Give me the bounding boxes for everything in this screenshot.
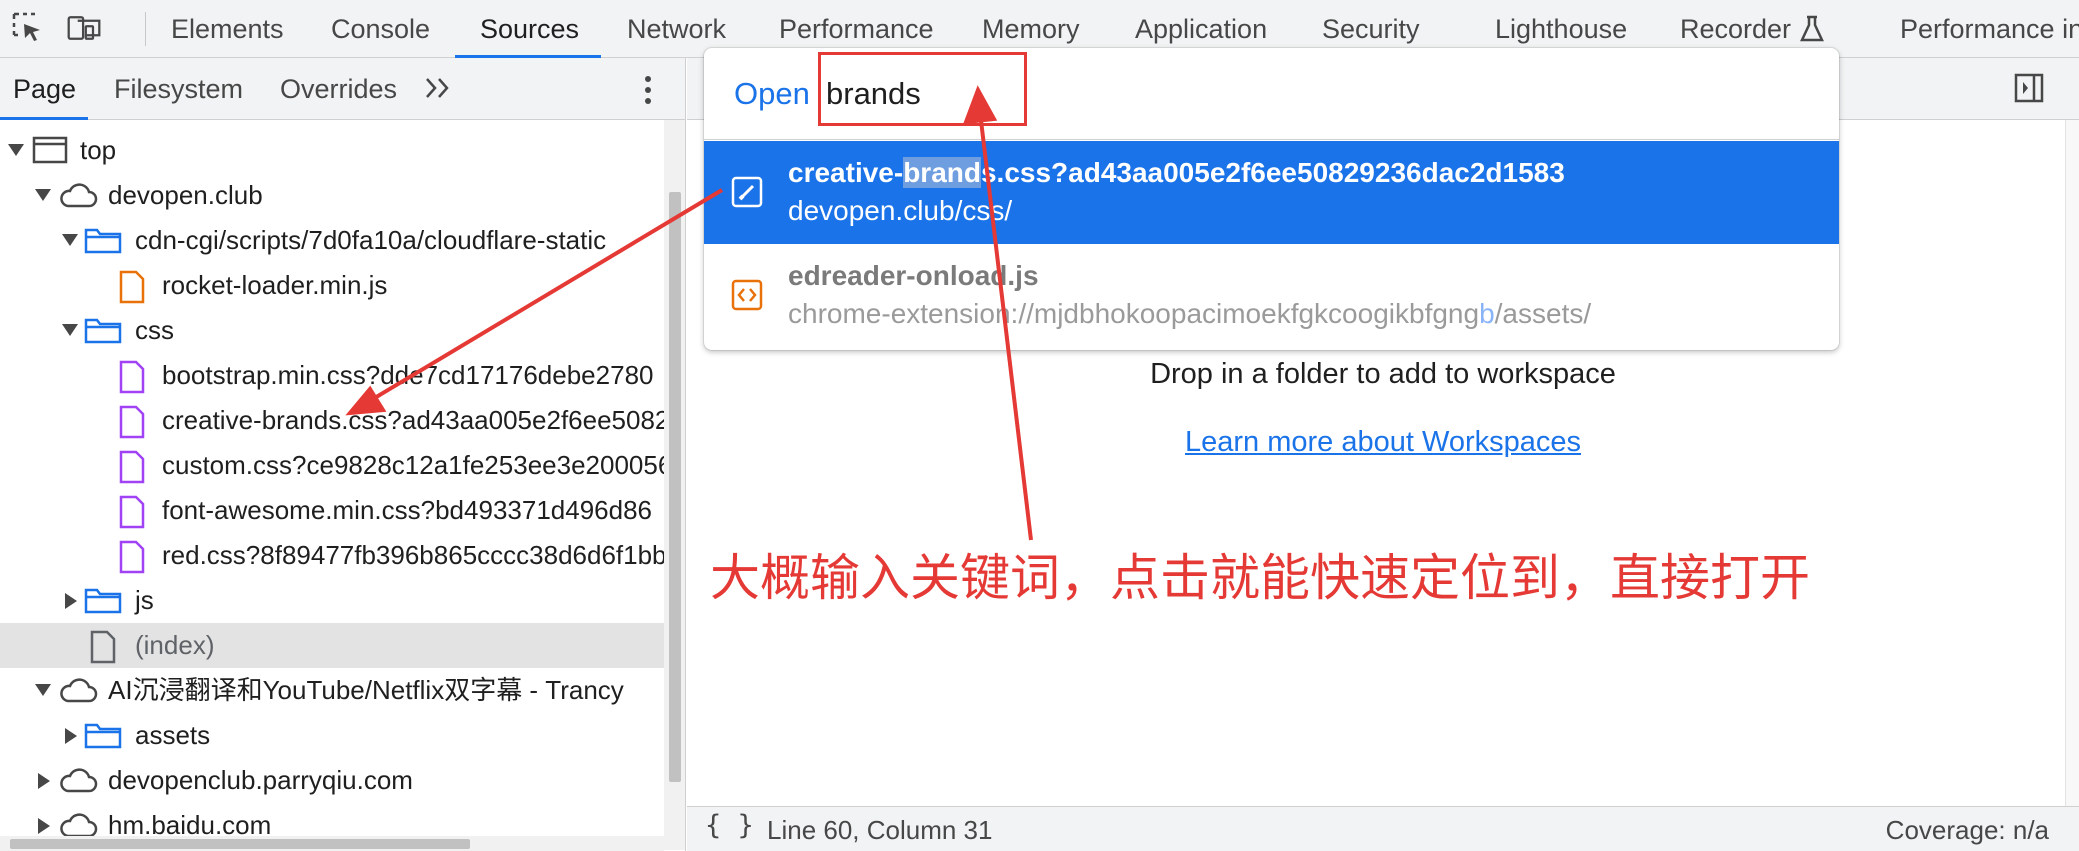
arrow-head-left — [345, 385, 387, 416]
arrow-to-tree-file — [366, 188, 724, 404]
annotation-caption: 大概输入关键词，点击就能快速定位到，直接打开 — [710, 549, 1810, 607]
annotation-arrows — [345, 85, 1033, 541]
arrow-head-up — [962, 85, 998, 125]
arrow-to-search-box — [978, 111, 1033, 541]
